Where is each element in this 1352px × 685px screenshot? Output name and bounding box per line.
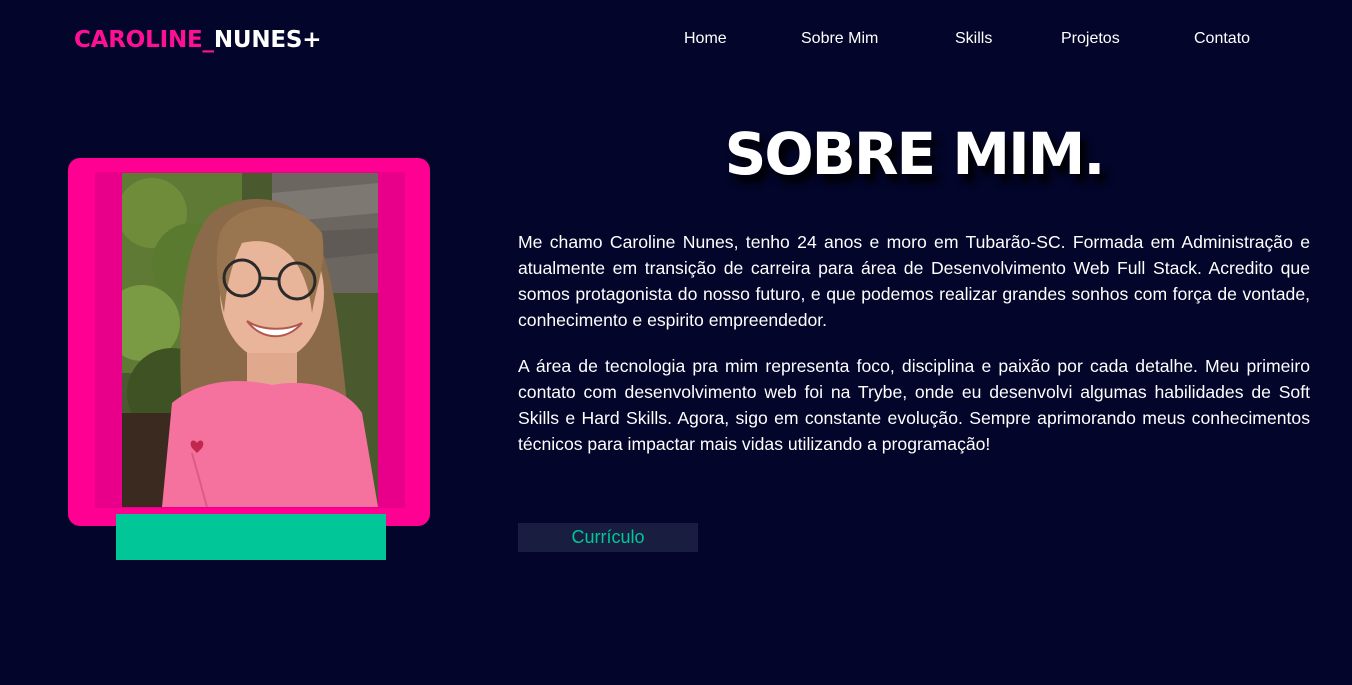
curriculo-button[interactable]: Currículo <box>518 523 698 552</box>
page: CAROLINE_NUNES+ Home Sobre Mim Skills Pr… <box>0 0 1352 685</box>
about-paragraph-2: A área de tecnologia pra mim representa … <box>518 356 1310 454</box>
nav-contato[interactable]: Contato <box>1194 30 1250 48</box>
profile-photo <box>122 173 378 507</box>
nav-skills[interactable]: Skills <box>955 30 992 48</box>
page-title: SOBRE MIM. <box>724 120 1106 188</box>
main-nav: Home Sobre Mim Skills Projetos Contato <box>0 30 1352 50</box>
nav-home[interactable]: Home <box>684 30 727 48</box>
nav-sobre-mim[interactable]: Sobre Mim <box>801 30 878 48</box>
nav-projetos[interactable]: Projetos <box>1061 30 1120 48</box>
about-paragraph-1: Me chamo Caroline Nunes, tenho 24 anos e… <box>518 232 1310 330</box>
green-accent-bar <box>116 514 386 560</box>
